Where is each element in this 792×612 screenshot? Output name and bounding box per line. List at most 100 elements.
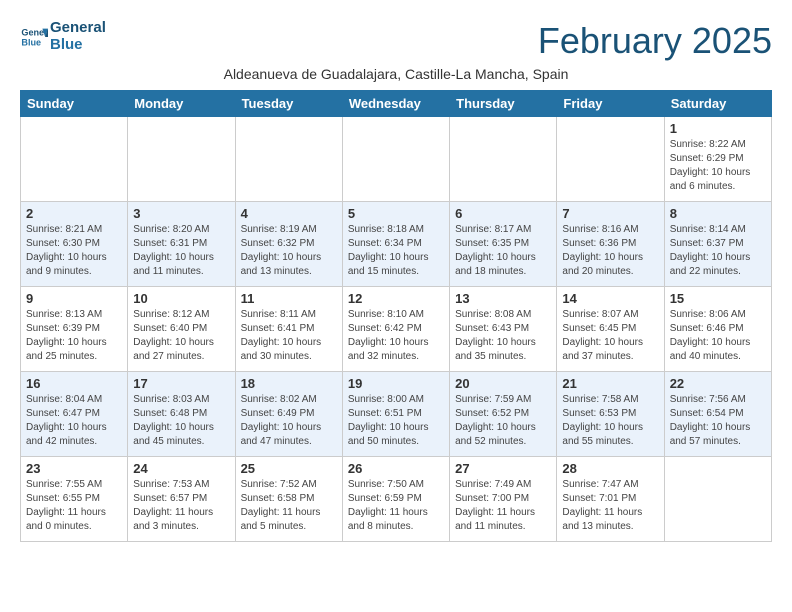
day-number: 6 — [455, 206, 551, 221]
calendar-cell: 1 Sunrise: 8:22 AM Sunset: 6:29 PM Daylig… — [664, 117, 771, 202]
calendar-cell — [450, 117, 557, 202]
day-info: Sunrise: 8:12 AM Sunset: 6:40 PM Dayligh… — [133, 308, 229, 364]
day-number: 28 — [562, 461, 658, 476]
day-info: Sunrise: 8:19 AM Sunset: 6:32 PM Dayligh… — [241, 223, 337, 279]
calendar-table: SundayMondayTuesdayWednesdayThursdayFrid… — [20, 90, 772, 542]
day-info: Sunrise: 7:47 AM Sunset: 7:01 PM Dayligh… — [562, 478, 658, 534]
logo-icon: General Blue — [20, 23, 48, 51]
day-info: Sunrise: 8:17 AM Sunset: 6:35 PM Dayligh… — [455, 223, 551, 279]
calendar-cell — [235, 117, 342, 202]
calendar-cell: 17 Sunrise: 8:03 AM Sunset: 6:48 PM Dayli… — [128, 372, 235, 457]
day-info: Sunrise: 8:07 AM Sunset: 6:45 PM Dayligh… — [562, 308, 658, 364]
day-number: 16 — [26, 376, 122, 391]
day-number: 5 — [348, 206, 444, 221]
day-number: 25 — [241, 461, 337, 476]
weekday-header-tuesday: Tuesday — [235, 91, 342, 117]
day-info: Sunrise: 7:55 AM Sunset: 6:55 PM Dayligh… — [26, 478, 122, 534]
day-info: Sunrise: 7:59 AM Sunset: 6:52 PM Dayligh… — [455, 393, 551, 449]
week-row-2: 2 Sunrise: 8:21 AM Sunset: 6:30 PM Daylig… — [21, 202, 772, 287]
day-number: 14 — [562, 291, 658, 306]
day-info: Sunrise: 7:49 AM Sunset: 7:00 PM Dayligh… — [455, 478, 551, 534]
day-info: Sunrise: 8:03 AM Sunset: 6:48 PM Dayligh… — [133, 393, 229, 449]
day-number: 24 — [133, 461, 229, 476]
calendar-cell — [557, 117, 664, 202]
day-number: 2 — [26, 206, 122, 221]
weekday-header-saturday: Saturday — [664, 91, 771, 117]
day-number: 26 — [348, 461, 444, 476]
calendar-cell: 25 Sunrise: 7:52 AM Sunset: 6:58 PM Dayli… — [235, 457, 342, 542]
calendar-cell: 23 Sunrise: 7:55 AM Sunset: 6:55 PM Dayli… — [21, 457, 128, 542]
day-info: Sunrise: 7:50 AM Sunset: 6:59 PM Dayligh… — [348, 478, 444, 534]
calendar-cell — [664, 457, 771, 542]
day-info: Sunrise: 8:13 AM Sunset: 6:39 PM Dayligh… — [26, 308, 122, 364]
day-info: Sunrise: 8:14 AM Sunset: 6:37 PM Dayligh… — [670, 223, 766, 279]
calendar-cell: 9 Sunrise: 8:13 AM Sunset: 6:39 PM Daylig… — [21, 287, 128, 372]
day-number: 22 — [670, 376, 766, 391]
calendar-cell: 4 Sunrise: 8:19 AM Sunset: 6:32 PM Daylig… — [235, 202, 342, 287]
day-info: Sunrise: 8:08 AM Sunset: 6:43 PM Dayligh… — [455, 308, 551, 364]
calendar-cell — [21, 117, 128, 202]
weekday-header-sunday: Sunday — [21, 91, 128, 117]
day-info: Sunrise: 8:22 AM Sunset: 6:29 PM Dayligh… — [670, 138, 766, 194]
month-title: February 2025 — [538, 20, 772, 62]
calendar-cell: 7 Sunrise: 8:16 AM Sunset: 6:36 PM Daylig… — [557, 202, 664, 287]
day-number: 13 — [455, 291, 551, 306]
calendar-cell: 18Sunrise: 8:02 AM Sunset: 6:49 PM Dayli… — [235, 372, 342, 457]
day-info: Sunrise: 8:16 AM Sunset: 6:36 PM Dayligh… — [562, 223, 658, 279]
calendar-cell: 3 Sunrise: 8:20 AM Sunset: 6:31 PM Daylig… — [128, 202, 235, 287]
day-info: Sunrise: 7:56 AM Sunset: 6:54 PM Dayligh… — [670, 393, 766, 449]
day-number: 23 — [26, 461, 122, 476]
day-info: Sunrise: 7:53 AM Sunset: 6:57 PM Dayligh… — [133, 478, 229, 534]
calendar-cell: 16 Sunrise: 8:04 AM Sunset: 6:47 PM Dayli… — [21, 372, 128, 457]
calendar-cell: 22 Sunrise: 7:56 AM Sunset: 6:54 PM Dayli… — [664, 372, 771, 457]
day-info: Sunrise: 8:04 AM Sunset: 6:47 PM Dayligh… — [26, 393, 122, 449]
day-number: 12 — [348, 291, 444, 306]
week-row-4: 16 Sunrise: 8:04 AM Sunset: 6:47 PM Dayli… — [21, 372, 772, 457]
svg-text:Blue: Blue — [21, 37, 41, 47]
calendar-cell: 11 Sunrise: 8:11 AM Sunset: 6:41 PM Dayli… — [235, 287, 342, 372]
day-number: 19 — [348, 376, 444, 391]
day-info: Sunrise: 7:52 AM Sunset: 6:58 PM Dayligh… — [241, 478, 337, 534]
day-number: 20 — [455, 376, 551, 391]
day-number: 1 — [670, 121, 766, 136]
weekday-header-friday: Friday — [557, 91, 664, 117]
calendar-cell: 8Sunrise: 8:14 AM Sunset: 6:37 PM Daylig… — [664, 202, 771, 287]
day-info: Sunrise: 7:58 AM Sunset: 6:53 PM Dayligh… — [562, 393, 658, 449]
page-container: General Blue General Blue February 2025 … — [0, 0, 792, 552]
calendar-cell — [128, 117, 235, 202]
calendar-cell: 20 Sunrise: 7:59 AM Sunset: 6:52 PM Dayli… — [450, 372, 557, 457]
day-info: Sunrise: 8:11 AM Sunset: 6:41 PM Dayligh… — [241, 308, 337, 364]
day-info: Sunrise: 8:10 AM Sunset: 6:42 PM Dayligh… — [348, 308, 444, 364]
calendar-cell: 2 Sunrise: 8:21 AM Sunset: 6:30 PM Daylig… — [21, 202, 128, 287]
calendar-cell: 14 Sunrise: 8:07 AM Sunset: 6:45 PM Dayli… — [557, 287, 664, 372]
day-info: Sunrise: 8:02 AM Sunset: 6:49 PM Dayligh… — [241, 393, 337, 449]
calendar-cell: 10 Sunrise: 8:12 AM Sunset: 6:40 PM Dayli… — [128, 287, 235, 372]
calendar-cell — [342, 117, 449, 202]
weekday-header-row: SundayMondayTuesdayWednesdayThursdayFrid… — [21, 91, 772, 117]
weekday-header-monday: Monday — [128, 91, 235, 117]
calendar-cell: 6 Sunrise: 8:17 AM Sunset: 6:35 PM Daylig… — [450, 202, 557, 287]
calendar-cell: 15 Sunrise: 8:06 AM Sunset: 6:46 PM Dayli… — [664, 287, 771, 372]
week-row-3: 9 Sunrise: 8:13 AM Sunset: 6:39 PM Daylig… — [21, 287, 772, 372]
day-info: Sunrise: 8:06 AM Sunset: 6:46 PM Dayligh… — [670, 308, 766, 364]
day-number: 27 — [455, 461, 551, 476]
logo: General Blue General Blue — [20, 20, 106, 53]
week-row-1: 1 Sunrise: 8:22 AM Sunset: 6:29 PM Daylig… — [21, 117, 772, 202]
calendar-cell: 12 Sunrise: 8:10 AM Sunset: 6:42 PM Dayli… — [342, 287, 449, 372]
day-number: 10 — [133, 291, 229, 306]
day-info: Sunrise: 8:20 AM Sunset: 6:31 PM Dayligh… — [133, 223, 229, 279]
day-info: Sunrise: 8:21 AM Sunset: 6:30 PM Dayligh… — [26, 223, 122, 279]
subtitle: Aldeanueva de Guadalajara, Castille-La M… — [20, 66, 772, 82]
weekday-header-thursday: Thursday — [450, 91, 557, 117]
day-number: 15 — [670, 291, 766, 306]
week-row-5: 23 Sunrise: 7:55 AM Sunset: 6:55 PM Dayli… — [21, 457, 772, 542]
day-number: 7 — [562, 206, 658, 221]
calendar-cell: 19Sunrise: 8:00 AM Sunset: 6:51 PM Dayli… — [342, 372, 449, 457]
day-number: 11 — [241, 291, 337, 306]
day-number: 21 — [562, 376, 658, 391]
day-number: 4 — [241, 206, 337, 221]
calendar-cell: 24 Sunrise: 7:53 AM Sunset: 6:57 PM Dayli… — [128, 457, 235, 542]
day-number: 9 — [26, 291, 122, 306]
day-number: 3 — [133, 206, 229, 221]
day-number: 17 — [133, 376, 229, 391]
